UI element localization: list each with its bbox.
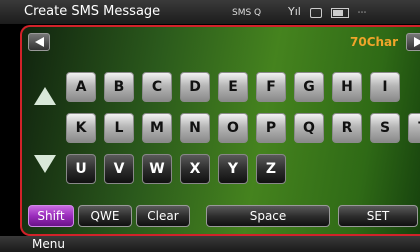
status-text: SMS Q — [232, 8, 262, 18]
key-y[interactable]: Y — [218, 154, 248, 184]
key-g[interactable]: G — [294, 72, 324, 102]
qwe-layout-button[interactable]: QWE — [78, 205, 132, 227]
key-v[interactable]: V — [104, 154, 134, 184]
key-q[interactable]: Q — [294, 113, 324, 143]
key-t[interactable]: T — [408, 113, 420, 143]
cursor-left-button[interactable] — [28, 33, 50, 51]
scroll-down-icon[interactable] — [34, 155, 56, 173]
set-button[interactable]: SET — [338, 205, 418, 227]
camera-icon — [309, 7, 322, 18]
key-h[interactable]: H — [332, 72, 362, 102]
more-icon: ⋯ — [357, 8, 368, 18]
menu-button[interactable]: Menu — [32, 236, 65, 252]
title-bar: Create SMS Message SMS Q Yıl ⋯ — [0, 0, 420, 24]
char-counter: 70Char — [350, 35, 399, 49]
key-d[interactable]: D — [180, 72, 210, 102]
key-m[interactable]: M — [142, 113, 172, 143]
space-button[interactable]: Space — [206, 205, 330, 227]
key-x[interactable]: X — [180, 154, 210, 184]
cursor-right-button[interactable] — [406, 33, 420, 51]
signal-icon: Yıl — [288, 5, 301, 18]
key-e[interactable]: E — [218, 72, 248, 102]
key-r[interactable]: R — [332, 113, 362, 143]
key-z[interactable]: Z — [256, 154, 286, 184]
key-i[interactable]: I — [370, 72, 400, 102]
key-l[interactable]: L — [104, 113, 134, 143]
scroll-up-icon[interactable] — [34, 87, 56, 105]
clear-button[interactable]: Clear — [136, 205, 190, 227]
key-a[interactable]: A — [66, 72, 96, 102]
key-f[interactable]: F — [256, 72, 286, 102]
key-p[interactable]: P — [256, 113, 286, 143]
key-u[interactable]: U — [66, 154, 96, 184]
key-o[interactable]: O — [218, 113, 248, 143]
key-k[interactable]: K — [66, 113, 96, 143]
app-title: Create SMS Message — [24, 4, 161, 19]
keyboard-panel: 70Char A B C D E F G H I K L M N O P Q R… — [20, 25, 420, 236]
key-b[interactable]: B — [104, 72, 134, 102]
status-area: SMS Q Yıl ⋯ — [232, 6, 367, 19]
key-n[interactable]: N — [180, 113, 210, 143]
key-c[interactable]: C — [142, 72, 172, 102]
shift-button[interactable]: Shift — [28, 205, 74, 227]
bottom-menu-bar: Menu — [0, 236, 420, 252]
key-s[interactable]: S — [370, 113, 400, 143]
key-w[interactable]: W — [142, 154, 172, 184]
battery-icon — [330, 7, 349, 18]
